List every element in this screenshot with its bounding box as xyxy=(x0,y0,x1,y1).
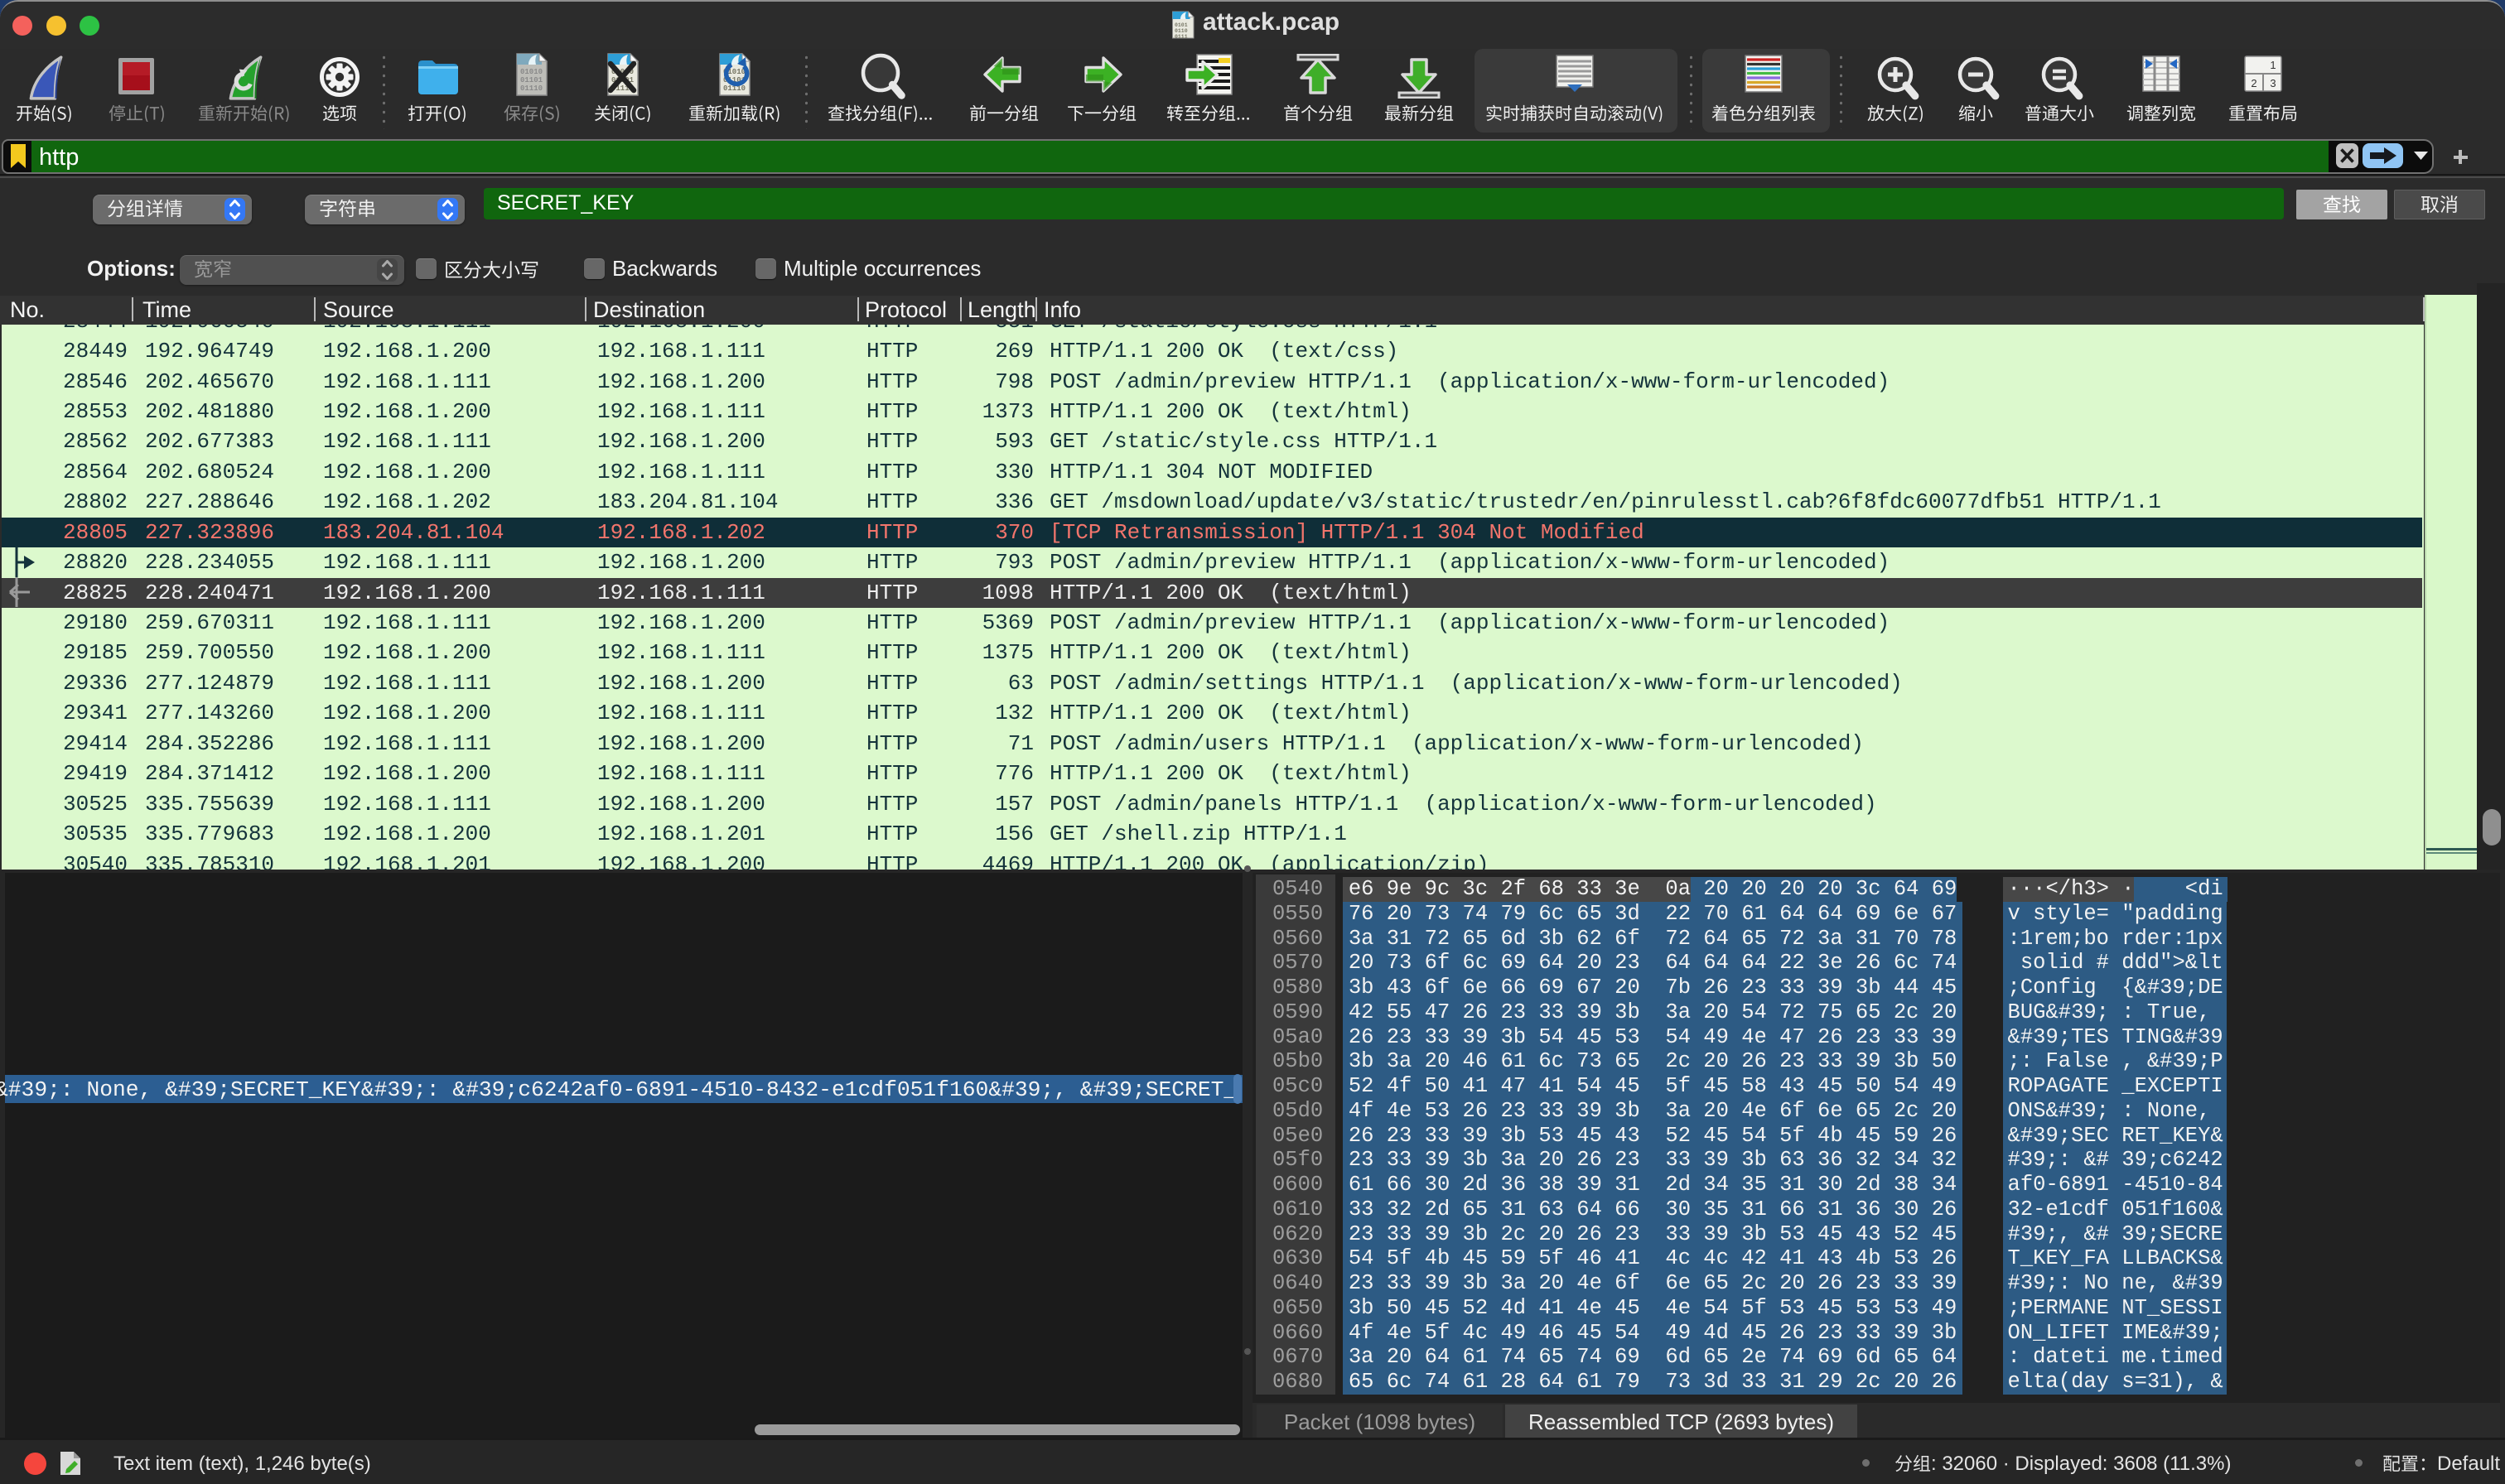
svg-text:01110: 01110 xyxy=(520,84,543,93)
svg-text:01010: 01010 xyxy=(520,68,543,76)
svg-text:2: 2 xyxy=(2251,77,2256,89)
svg-text:3: 3 xyxy=(2270,77,2276,89)
svg-text:0110: 0110 xyxy=(1175,28,1188,34)
svg-text:0111: 0111 xyxy=(1175,34,1188,39)
svg-text:1: 1 xyxy=(2270,59,2276,71)
svg-text:0101: 0101 xyxy=(1175,22,1188,28)
svg-text:01101: 01101 xyxy=(520,76,543,84)
